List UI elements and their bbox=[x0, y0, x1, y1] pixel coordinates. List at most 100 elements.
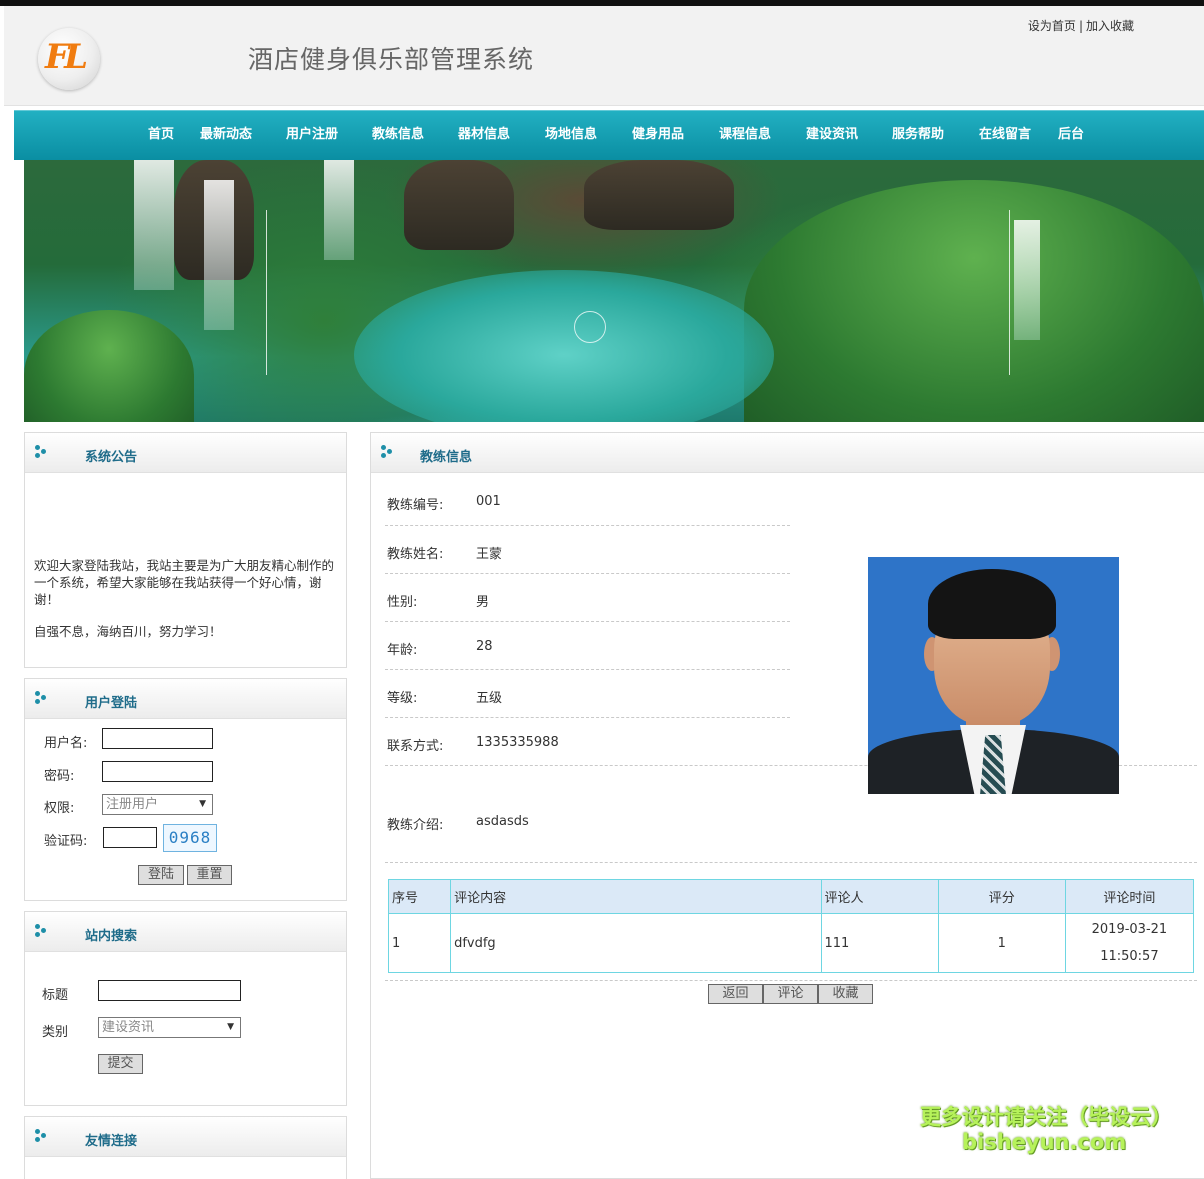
password-input[interactable] bbox=[102, 761, 213, 782]
search-title-label: 标题 bbox=[42, 988, 69, 1003]
notice-panel-header: 系统公告 bbox=[25, 433, 346, 473]
notice-text: 欢迎大家登陆我站，我站主要是为广大朋友精心制作的一个系统，希望大家能够在我站获得… bbox=[34, 558, 335, 607]
top-links-separator: | bbox=[1078, 19, 1083, 33]
nav-item-messages[interactable]: 在线留言 bbox=[979, 111, 1031, 159]
nav-item-admin[interactable]: 后台 bbox=[1058, 111, 1084, 159]
comments-table: 序号 评论内容 评论人 评分 评论时间 1 dfvdfg 111 1 2019-… bbox=[387, 879, 1195, 973]
search-category-label: 类别 bbox=[42, 1025, 69, 1040]
login-panel-header: 用户登陆 bbox=[25, 679, 346, 719]
nav-item-supplies[interactable]: 健身用品 bbox=[632, 111, 684, 159]
banner-line bbox=[1009, 210, 1010, 375]
role-select-value: 注册用户 bbox=[106, 797, 159, 812]
links-panel: 友情连接 bbox=[24, 1116, 347, 1179]
coach-detail-header: 教练信息 bbox=[371, 433, 1204, 473]
login-button[interactable]: 登陆 bbox=[138, 865, 184, 885]
coach-id-label: 教练编号: bbox=[387, 498, 444, 513]
top-links: 设为首页 | 加入收藏 bbox=[1028, 17, 1134, 34]
username-label: 用户名: bbox=[44, 736, 88, 751]
comments-header-time: 评论时间 bbox=[1064, 879, 1195, 914]
search-submit-button[interactable]: 提交 bbox=[98, 1054, 143, 1074]
header: FL 酒店健身俱乐部管理系统 设为首页 | 加入收藏 bbox=[4, 6, 1204, 106]
comment-date: 2019-03-21 bbox=[1091, 922, 1168, 937]
nav-item-news[interactable]: 最新动态 bbox=[200, 111, 252, 159]
coach-intro-label: 教练介绍: bbox=[387, 818, 444, 833]
site-title: 酒店健身俱乐部管理系统 bbox=[248, 45, 535, 74]
notice-motto: 自强不息，海纳百川，努力学习！ bbox=[34, 624, 222, 639]
coach-level-label: 等级: bbox=[387, 691, 418, 706]
set-home-link[interactable]: 设为首页 bbox=[1028, 19, 1076, 33]
divider bbox=[385, 573, 790, 574]
comment-score: 1 bbox=[937, 913, 1066, 973]
coach-id-value: 001 bbox=[476, 494, 501, 509]
login-panel-title: 用户登陆 bbox=[85, 696, 138, 711]
site-logo[interactable]: FL bbox=[38, 28, 100, 90]
comments-header-author: 评论人 bbox=[820, 879, 939, 914]
bullet-icon bbox=[35, 691, 49, 705]
banner-lake bbox=[354, 270, 774, 422]
role-label: 权限: bbox=[44, 801, 75, 816]
coach-age-label: 年龄: bbox=[387, 643, 418, 658]
bullet-icon bbox=[35, 1129, 49, 1143]
chevron-down-icon: ▼ bbox=[199, 799, 206, 809]
site-logo-text: FL bbox=[45, 37, 88, 77]
notice-panel-title: 系统公告 bbox=[85, 450, 138, 465]
nav-item-coaches[interactable]: 教练信息 bbox=[372, 111, 424, 159]
username-input[interactable] bbox=[102, 728, 213, 749]
comments-header-no: 序号 bbox=[387, 879, 452, 914]
divider bbox=[385, 669, 790, 670]
captcha-label: 验证码: bbox=[44, 834, 88, 849]
chevron-down-icon: ▼ bbox=[227, 1022, 234, 1032]
banner-rock bbox=[404, 160, 514, 250]
comments-header-content: 评论内容 bbox=[450, 879, 822, 914]
coach-detail-title: 教练信息 bbox=[420, 450, 473, 465]
password-label: 密码: bbox=[44, 769, 75, 784]
banner-ring-icon bbox=[574, 311, 606, 343]
reset-button[interactable]: 重置 bbox=[187, 865, 232, 885]
coach-level-value: 五级 bbox=[476, 691, 503, 706]
coach-name-label: 教练姓名: bbox=[387, 547, 444, 562]
nav-item-equipment[interactable]: 器材信息 bbox=[458, 111, 510, 159]
bullet-icon bbox=[35, 445, 49, 459]
main-nav: 首页 最新动态 用户注册 教练信息 器材信息 场地信息 健身用品 课程信息 建设… bbox=[14, 110, 1204, 160]
back-button[interactable]: 返回 bbox=[708, 984, 763, 1004]
comment-author: 111 bbox=[820, 913, 939, 973]
bullet-icon bbox=[35, 924, 49, 938]
nav-item-construction-news[interactable]: 建设资讯 bbox=[806, 111, 858, 159]
banner-waterfall bbox=[134, 160, 174, 290]
nav-item-help[interactable]: 服务帮助 bbox=[892, 111, 944, 159]
login-panel: 用户登陆 用户名: 密码: 权限: 注册用户 ▼ 验证码: 0968 登陆 重置 bbox=[24, 678, 347, 901]
notice-panel: 系统公告 欢迎大家登陆我站，我站主要是为广大朋友精心制作的一个系统，希望大家能够… bbox=[24, 432, 347, 668]
search-category-select[interactable]: 建设资讯 ▼ bbox=[98, 1017, 241, 1038]
search-panel-header: 站内搜索 bbox=[25, 912, 346, 952]
nav-item-register[interactable]: 用户注册 bbox=[286, 111, 338, 159]
nav-item-venues[interactable]: 场地信息 bbox=[545, 111, 597, 159]
comment-button[interactable]: 评论 bbox=[763, 984, 818, 1004]
comment-content: dfvdfg bbox=[450, 913, 822, 973]
role-select[interactable]: 注册用户 ▼ bbox=[102, 794, 213, 815]
comment-time: 11:50:57 bbox=[1100, 949, 1159, 964]
banner-waterfall bbox=[1014, 220, 1040, 340]
table-row: 1 dfvdfg 111 1 2019-03-21 11:50:57 bbox=[387, 913, 1195, 973]
nav-item-courses[interactable]: 课程信息 bbox=[719, 111, 771, 159]
divider bbox=[385, 717, 790, 718]
nav-item-home[interactable]: 首页 bbox=[148, 111, 174, 159]
banner-hill bbox=[744, 180, 1204, 422]
comment-time-cell: 2019-03-21 11:50:57 bbox=[1064, 913, 1195, 973]
watermark-line2: bisheyun.com bbox=[962, 1130, 1127, 1154]
coach-intro-value: asdasds bbox=[476, 814, 529, 829]
comment-no: 1 bbox=[387, 913, 452, 973]
favorite-button[interactable]: 收藏 bbox=[818, 984, 873, 1004]
bullet-icon bbox=[381, 445, 395, 459]
captcha-image[interactable]: 0968 bbox=[163, 824, 217, 852]
search-title-input[interactable] bbox=[98, 980, 241, 1001]
add-favorite-link[interactable]: 加入收藏 bbox=[1086, 19, 1134, 33]
coach-contact-label: 联系方式: bbox=[387, 739, 444, 754]
banner-hill bbox=[24, 310, 194, 422]
banner-waterfall bbox=[324, 160, 354, 260]
banner-waterfall bbox=[204, 180, 234, 330]
banner-rock bbox=[584, 160, 734, 230]
captcha-input[interactable] bbox=[103, 827, 157, 848]
coach-name-value: 王蒙 bbox=[476, 547, 503, 562]
comments-header-score: 评分 bbox=[937, 879, 1066, 914]
search-panel: 站内搜索 标题 类别 建设资讯 ▼ 提交 bbox=[24, 911, 347, 1106]
